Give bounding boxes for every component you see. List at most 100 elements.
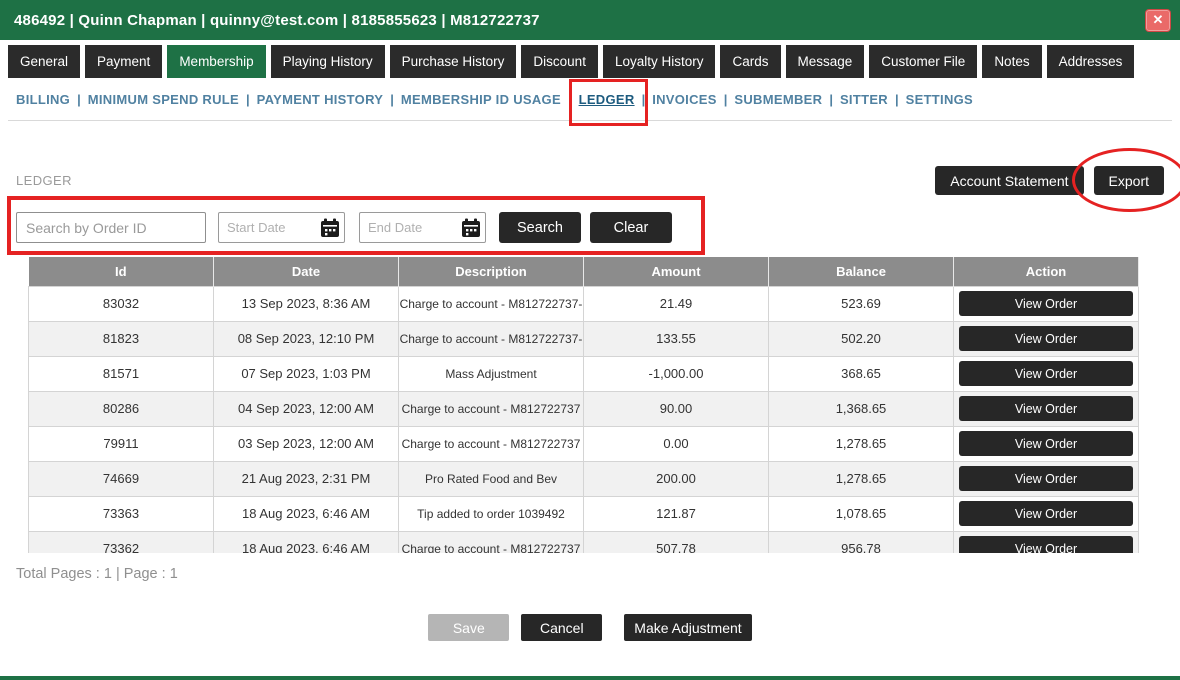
cell-action: View Order bbox=[953, 530, 1139, 553]
column-header-description: Description bbox=[398, 257, 584, 286]
subnav-item-payment-history[interactable]: PAYMENT HISTORY bbox=[257, 92, 384, 107]
cell-amount: 21.49 bbox=[583, 285, 769, 322]
calendar-icon[interactable] bbox=[319, 217, 341, 239]
cell-amount: 90.00 bbox=[583, 390, 769, 427]
subnav-item-membership-id-usage[interactable]: MEMBERSHIP ID USAGE bbox=[401, 92, 561, 107]
cell-id: 80286 bbox=[28, 390, 214, 427]
subnav-separator: | bbox=[723, 92, 728, 107]
cell-action: View Order bbox=[953, 355, 1139, 392]
subnav-separator: | bbox=[77, 92, 81, 107]
column-header-date: Date bbox=[213, 257, 399, 286]
account-statement-button[interactable]: Account Statement bbox=[935, 166, 1084, 195]
view-order-button[interactable]: View Order bbox=[959, 361, 1133, 386]
ledger-row: 80286 04 Sep 2023, 12:00 AM Charge to acco… bbox=[28, 390, 1139, 427]
search-button[interactable]: Search bbox=[499, 212, 581, 243]
tab-purchase-history[interactable]: Purchase History bbox=[389, 45, 517, 78]
tab-general[interactable]: General bbox=[8, 45, 81, 78]
tab-membership[interactable]: Membership bbox=[167, 45, 266, 78]
subnav-separator: | bbox=[390, 92, 394, 107]
subnav-item-sitter[interactable]: SITTER bbox=[840, 92, 888, 107]
subnav-item-invoices[interactable]: INVOICES bbox=[652, 92, 717, 107]
view-order-button[interactable]: View Order bbox=[959, 466, 1133, 491]
cell-description: Charge to account - M812722737- bbox=[398, 285, 584, 322]
make-adjustment-button[interactable]: Make Adjustment bbox=[624, 614, 752, 641]
tab-addresses[interactable]: Addresses bbox=[1046, 45, 1135, 78]
cell-description: Charge to account - M812722737 bbox=[398, 425, 584, 462]
subnav-item-ledger[interactable]: LEDGER bbox=[568, 79, 648, 126]
cell-balance: 502.20 bbox=[768, 320, 954, 357]
export-button-wrap: Export bbox=[1071, 148, 1180, 212]
cell-amount: 121.87 bbox=[583, 495, 769, 532]
close-icon: ✕ bbox=[1152, 12, 1164, 27]
subnav-item-submember[interactable]: SUBMEMBER bbox=[734, 92, 822, 107]
tab-notes[interactable]: Notes bbox=[982, 45, 1042, 78]
tab-loyalty-history[interactable]: Loyalty History bbox=[602, 45, 716, 78]
cell-date: 13 Sep 2023, 8:36 AM bbox=[213, 285, 399, 322]
ledger-header-buttons: Account Statement Export bbox=[935, 148, 1180, 212]
footer-buttons: Save Cancel Make Adjustment bbox=[0, 614, 1180, 641]
view-order-button[interactable]: View Order bbox=[959, 291, 1133, 316]
view-order-button[interactable]: View Order bbox=[959, 501, 1133, 526]
cell-date: 08 Sep 2023, 12:10 PM bbox=[213, 320, 399, 357]
annotation-box-ledger bbox=[568, 79, 648, 126]
cell-date: 21 Aug 2023, 2:31 PM bbox=[213, 460, 399, 497]
cell-balance: 1,278.65 bbox=[768, 425, 954, 462]
cell-description: Charge to account - M812722737 bbox=[398, 530, 584, 553]
subnav-item-billing[interactable]: BILLING bbox=[16, 92, 70, 107]
end-date-field[interactable]: End Date bbox=[359, 212, 486, 243]
cell-description: Charge to account - M812722737 bbox=[398, 390, 584, 427]
ledger-row: 81571 07 Sep 2023, 1:03 PM Mass Adjustment… bbox=[28, 355, 1139, 392]
calendar-icon[interactable] bbox=[460, 217, 482, 239]
tab-payment[interactable]: Payment bbox=[85, 45, 163, 78]
cell-id: 73363 bbox=[28, 495, 214, 532]
subnav-separator: | bbox=[567, 92, 572, 107]
column-header-action: Action bbox=[953, 257, 1139, 286]
subnav-separator: | bbox=[894, 92, 899, 107]
titlebar: 486492 | Quinn Chapman | quinny@test.com… bbox=[0, 0, 1180, 40]
start-date-field[interactable]: Start Date bbox=[218, 212, 345, 243]
ledger-row: 83032 13 Sep 2023, 8:36 AM Charge to accou… bbox=[28, 285, 1139, 322]
cell-amount: 507.78 bbox=[583, 530, 769, 553]
cell-date: 18 Aug 2023, 6:46 AM bbox=[213, 495, 399, 532]
cell-id: 73362 bbox=[28, 530, 214, 553]
tab-customer-file[interactable]: Customer File bbox=[869, 45, 978, 78]
ledger-row: 74669 21 Aug 2023, 2:31 PM Pro Rated Food … bbox=[28, 460, 1139, 497]
close-button[interactable]: ✕ bbox=[1145, 8, 1171, 32]
tab-cards[interactable]: Cards bbox=[720, 45, 781, 78]
subnav-item-settings[interactable]: SETTINGS bbox=[906, 92, 973, 107]
ledger-row: 73362 18 Aug 2023, 6:46 AM Charge to accou… bbox=[28, 530, 1139, 553]
column-header-id: Id bbox=[28, 257, 214, 286]
view-order-button[interactable]: View Order bbox=[959, 536, 1133, 553]
order-id-search-input[interactable] bbox=[16, 212, 206, 243]
cell-date: 04 Sep 2023, 12:00 AM bbox=[213, 390, 399, 427]
cell-id: 81571 bbox=[28, 355, 214, 392]
pagination-info: Total Pages : 1 | Page : 1 bbox=[16, 566, 178, 582]
cell-description: Mass Adjustment bbox=[398, 355, 584, 392]
view-order-button[interactable]: View Order bbox=[959, 396, 1133, 421]
clear-button[interactable]: Clear bbox=[590, 212, 672, 243]
cell-description: Pro Rated Food and Bev bbox=[398, 460, 584, 497]
tab-message[interactable]: Message bbox=[785, 45, 865, 78]
cell-date: 03 Sep 2023, 12:00 AM bbox=[213, 425, 399, 462]
subnav-divider bbox=[8, 120, 1172, 121]
view-order-button[interactable]: View Order bbox=[959, 326, 1133, 351]
export-button[interactable]: Export bbox=[1093, 166, 1164, 195]
cancel-button[interactable]: Cancel bbox=[521, 614, 603, 641]
cell-amount: 0.00 bbox=[583, 425, 769, 462]
cell-action: View Order bbox=[953, 285, 1139, 322]
cell-balance: 368.65 bbox=[768, 355, 954, 392]
cell-date: 07 Sep 2023, 1:03 PM bbox=[213, 355, 399, 392]
save-button[interactable]: Save bbox=[428, 614, 510, 641]
tab-discount[interactable]: Discount bbox=[521, 45, 598, 78]
ledger-row: 79911 03 Sep 2023, 12:00 AM Charge to acco… bbox=[28, 425, 1139, 462]
view-order-button[interactable]: View Order bbox=[959, 431, 1133, 456]
cell-id: 83032 bbox=[28, 285, 214, 322]
cell-balance: 956.78 bbox=[768, 530, 954, 553]
cell-amount: 133.55 bbox=[583, 320, 769, 357]
subnav-item-minimum-spend-rule[interactable]: MINIMUM SPEND RULE bbox=[88, 92, 239, 107]
tab-playing-history[interactable]: Playing History bbox=[270, 45, 385, 78]
ledger-row: 73363 18 Aug 2023, 6:46 AM Tip added to or… bbox=[28, 495, 1139, 532]
subnav-separator: | bbox=[246, 92, 250, 107]
bottom-green-strip bbox=[0, 676, 1180, 680]
cell-action: View Order bbox=[953, 425, 1139, 462]
